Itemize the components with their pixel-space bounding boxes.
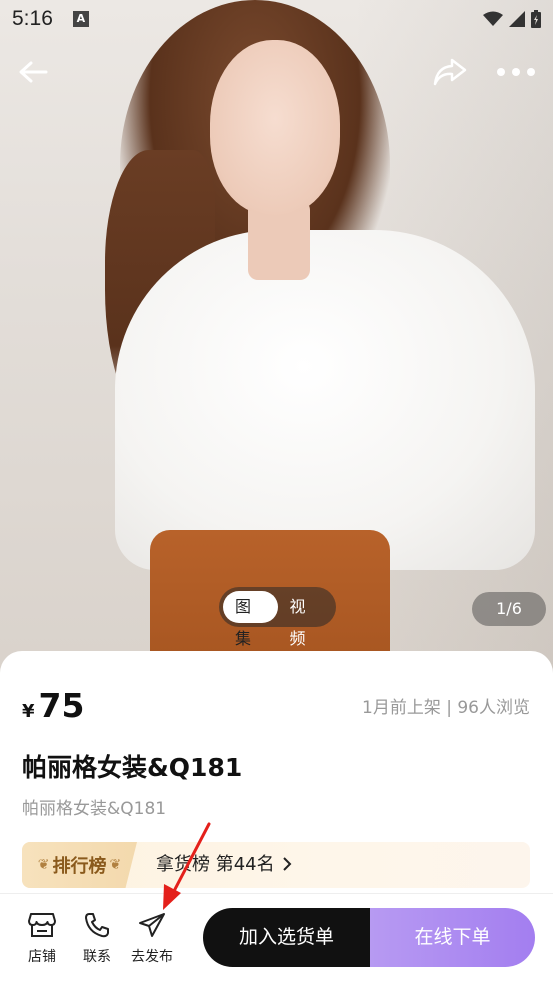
signal-icon xyxy=(509,11,525,27)
price-value: 75 xyxy=(38,686,85,725)
tab-video[interactable]: 视频 xyxy=(278,591,333,648)
ranking-text: 拿货榜 第44名 xyxy=(156,854,275,875)
status-icons xyxy=(483,10,541,28)
currency-symbol: ¥ xyxy=(22,701,35,722)
laurel-left-icon: ❦ xyxy=(37,857,50,873)
ranking-badge: ❦ 排行榜 ❦ xyxy=(22,842,137,888)
contact-button[interactable]: 联系 xyxy=(74,912,120,966)
listing-meta: 1月前上架 | 96人浏览 xyxy=(362,698,530,718)
back-arrow-icon[interactable] xyxy=(13,52,53,92)
media-toggle: 图集 视频 xyxy=(219,587,336,648)
order-online-button[interactable]: 在线下单 xyxy=(370,908,535,967)
wifi-icon xyxy=(483,11,503,26)
add-to-list-button[interactable]: 加入选货单 xyxy=(203,908,370,967)
status-time: 5:16 xyxy=(12,7,53,30)
phone-icon xyxy=(85,913,109,938)
contact-label: 联系 xyxy=(83,949,111,965)
send-icon xyxy=(139,913,165,937)
status-bar: 5:16 A xyxy=(0,0,553,38)
image-blouse xyxy=(115,230,535,570)
image-counter: 1/6 xyxy=(472,592,546,626)
price: ¥ 75 xyxy=(22,686,84,725)
battery-icon xyxy=(531,10,541,28)
store-button[interactable]: 店铺 xyxy=(19,912,65,966)
share-icon[interactable] xyxy=(430,52,470,92)
product-subtitle: 帕丽格女装&Q181 xyxy=(22,799,167,819)
ranking-banner[interactable]: ❦ 排行榜 ❦ 拿货榜 第44名 xyxy=(22,842,530,888)
publish-label: 去发布 xyxy=(131,949,173,965)
more-icon[interactable] xyxy=(494,52,538,92)
publish-button[interactable]: 去发布 xyxy=(127,912,177,966)
store-label: 店铺 xyxy=(28,949,56,965)
a-icon: A xyxy=(72,11,89,27)
ranking-badge-label: 排行榜 xyxy=(52,856,107,877)
image-face xyxy=(210,40,340,215)
ranking-text-wrap: 拿货榜 第44名 xyxy=(156,842,292,888)
laurel-right-icon: ❦ xyxy=(109,857,122,873)
chevron-right-icon xyxy=(283,857,292,871)
product-title: 帕丽格女装&Q181 xyxy=(22,753,243,782)
store-icon xyxy=(28,913,56,937)
tab-gallery[interactable]: 图集 xyxy=(223,591,278,648)
